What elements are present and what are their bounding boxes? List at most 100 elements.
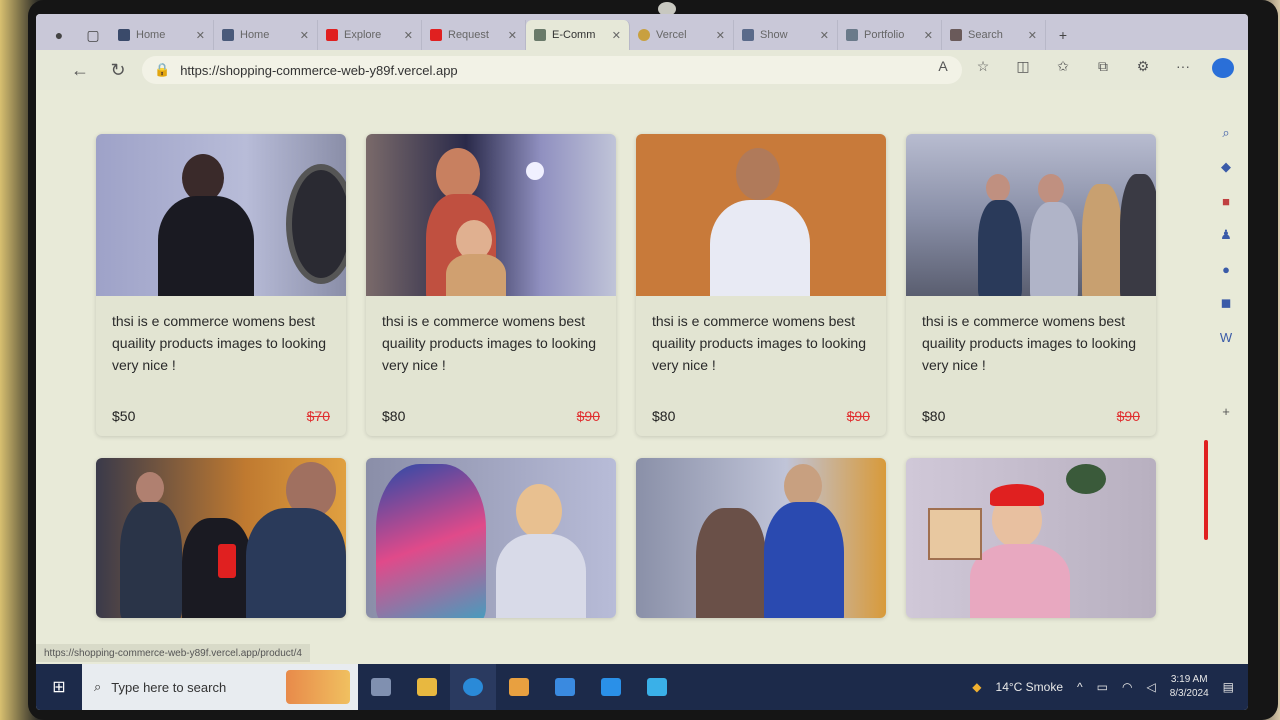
copilot-icon[interactable] xyxy=(1212,58,1234,81)
tab-portfolio[interactable]: Portfolio ✕ xyxy=(838,20,942,50)
time: 3:19 AM xyxy=(1170,674,1208,685)
product-card[interactable] xyxy=(366,458,616,618)
add-icon[interactable]: + xyxy=(1217,402,1235,420)
close-icon[interactable]: ✕ xyxy=(820,29,829,42)
volume-icon[interactable]: ◁ xyxy=(1146,680,1155,694)
product-image[interactable] xyxy=(906,134,1156,296)
close-icon[interactable]: ✕ xyxy=(508,29,517,42)
word-icon[interactable]: W xyxy=(1217,328,1235,346)
youtube-icon xyxy=(326,29,338,41)
product-image[interactable] xyxy=(366,134,616,296)
product-card[interactable]: thsi is e commerce womens best quaility … xyxy=(366,134,616,436)
product-image[interactable] xyxy=(906,458,1156,618)
chevron-up-icon[interactable]: ^ xyxy=(1077,680,1083,694)
tab-home-2[interactable]: Home ✕ xyxy=(214,20,318,50)
tab-favicon xyxy=(118,29,130,41)
extensions-icon[interactable]: ⚙ xyxy=(1132,58,1154,81)
read-aloud-icon[interactable]: A xyxy=(932,58,954,81)
start-windows-icon[interactable]: ⊞ xyxy=(36,664,82,710)
taskbar-search[interactable]: ⌕ Type here to search xyxy=(82,664,358,710)
product-grid: thsi is e commerce womens best quaility … xyxy=(96,134,1156,640)
people-icon[interactable]: ♟ xyxy=(1217,226,1235,244)
refresh-icon[interactable]: ↻ xyxy=(104,56,132,84)
battery-icon[interactable]: ▭ xyxy=(1097,680,1108,694)
outlook-icon[interactable]: ◼ xyxy=(1217,294,1235,312)
favorite-star-icon[interactable]: ☆ xyxy=(972,58,994,81)
vscode-icon[interactable] xyxy=(588,664,634,710)
tab-request[interactable]: Request ✕ xyxy=(422,20,526,50)
product-card[interactable]: thsi is e commerce womens best quaility … xyxy=(906,134,1156,436)
task-view-icon[interactable] xyxy=(358,664,404,710)
wifi-icon[interactable]: ◠ xyxy=(1122,680,1132,694)
profile-icon[interactable]: ● xyxy=(42,20,76,50)
product-card[interactable]: thsi is e commerce womens best quaility … xyxy=(636,134,886,436)
product-row: thsi is e commerce womens best quaility … xyxy=(96,134,1156,436)
old-price: $70 xyxy=(306,408,330,424)
store-icon[interactable] xyxy=(496,664,542,710)
search-icon: ⌕ xyxy=(94,679,102,694)
product-card[interactable] xyxy=(96,458,346,618)
product-description: thsi is e commerce womens best quaility … xyxy=(382,313,597,373)
close-icon[interactable]: ✕ xyxy=(612,29,621,42)
date: 8/3/2024 xyxy=(1169,688,1209,699)
product-image[interactable] xyxy=(96,458,346,618)
games-icon[interactable]: ● xyxy=(1217,260,1235,278)
close-icon[interactable]: ✕ xyxy=(1028,29,1037,42)
tools-briefcase-icon[interactable]: ■ xyxy=(1217,192,1235,210)
close-icon[interactable]: ✕ xyxy=(196,29,205,42)
product-card[interactable] xyxy=(906,458,1156,618)
search-highlight-icon xyxy=(286,670,350,704)
price: $80 xyxy=(922,408,946,424)
weather-icon[interactable]: ◆ xyxy=(972,680,981,694)
browser-toolbar: A ☆ ◫ ✩ ⧉ ⚙ ··· xyxy=(932,58,1234,81)
mail-icon[interactable] xyxy=(542,664,588,710)
edge-browser-icon[interactable] xyxy=(450,664,496,710)
tab-show[interactable]: Show ✕ xyxy=(734,20,838,50)
product-image[interactable] xyxy=(366,458,616,618)
tab-search[interactable]: Search ✕ xyxy=(942,20,1046,50)
clock[interactable]: 3:19 AM 8/3/2024 xyxy=(1170,673,1209,701)
workspaces-icon[interactable]: ▢ xyxy=(76,20,110,50)
product-description: thsi is e commerce womens best quaility … xyxy=(922,313,1137,373)
tab-favicon xyxy=(222,29,234,41)
product-description: thsi is e commerce womens best quaility … xyxy=(652,313,867,373)
tab-home-1[interactable]: Home ✕ xyxy=(110,20,214,50)
tab-favicon xyxy=(638,29,650,41)
product-image[interactable] xyxy=(636,134,886,296)
close-icon[interactable]: ✕ xyxy=(300,29,309,42)
tab-explore[interactable]: Explore ✕ xyxy=(318,20,422,50)
youtube-icon xyxy=(430,29,442,41)
notification-icon[interactable]: ▤ xyxy=(1223,680,1234,694)
close-icon[interactable]: ✕ xyxy=(404,29,413,42)
search-placeholder: Type here to search xyxy=(111,679,227,695)
old-price: $90 xyxy=(576,408,600,424)
tab-favicon xyxy=(534,29,546,41)
tab-ecommerce[interactable]: E-Comm ✕ xyxy=(526,20,630,50)
shopping-tag-icon[interactable]: ◆ xyxy=(1217,158,1235,176)
scrollbar[interactable] xyxy=(1204,440,1208,540)
collections-icon[interactable]: ⧉ xyxy=(1092,58,1114,81)
product-card[interactable]: thsi is e commerce womens best quaility … xyxy=(96,134,346,436)
product-image[interactable] xyxy=(96,134,346,296)
url-field[interactable]: 🔒 https://shopping-commerce-web-y89f.ver… xyxy=(142,56,962,84)
close-icon[interactable]: ✕ xyxy=(716,29,725,42)
close-icon[interactable]: ✕ xyxy=(924,29,933,42)
price: $80 xyxy=(382,408,406,424)
favorites-icon[interactable]: ✩ xyxy=(1052,58,1074,81)
photos-icon[interactable] xyxy=(634,664,680,710)
tab-vercel[interactable]: Vercel ✕ xyxy=(630,20,734,50)
more-menu-icon[interactable]: ··· xyxy=(1172,58,1194,81)
file-explorer-icon[interactable] xyxy=(404,664,450,710)
edge-sidebar: ⌕ ◆ ■ ♟ ● ◼ W + xyxy=(1204,94,1248,674)
search-icon[interactable]: ⌕ xyxy=(1217,124,1235,142)
tab-favicon xyxy=(742,29,754,41)
product-row xyxy=(96,458,1156,618)
weather-text[interactable]: 14°C Smoke xyxy=(996,680,1064,694)
product-card[interactable] xyxy=(636,458,886,618)
new-tab-icon[interactable]: + xyxy=(1046,20,1080,50)
product-image[interactable] xyxy=(636,458,886,618)
tab-strip: ● ▢ Home ✕ Home ✕ Explore ✕ Request ✕ E-Comm… xyxy=(36,14,1248,50)
split-screen-icon[interactable]: ◫ xyxy=(1012,58,1034,81)
tab-favicon xyxy=(950,29,962,41)
back-icon[interactable]: ← xyxy=(66,56,94,84)
